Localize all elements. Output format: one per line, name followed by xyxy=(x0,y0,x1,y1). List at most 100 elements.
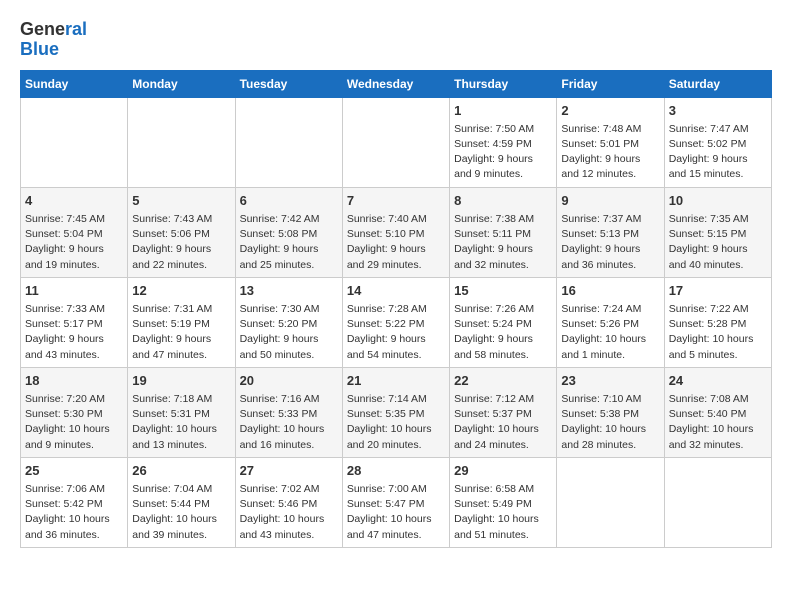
day-info: Sunrise: 7:16 AM Sunset: 5:33 PM Dayligh… xyxy=(240,392,338,453)
calendar-cell xyxy=(664,457,771,547)
calendar-cell: 29 Sunrise: 6:58 AM Sunset: 5:49 PM Dayli… xyxy=(450,457,557,547)
calendar-cell: 19 Sunrise: 7:18 AM Sunset: 5:31 PM Dayli… xyxy=(128,367,235,457)
header-tuesday: Tuesday xyxy=(235,70,342,97)
calendar-row-0: 1Sunrise: 7:50 AM Sunset: 4:59 PM Daylig… xyxy=(21,97,772,187)
day-info: Sunrise: 7:33 AM Sunset: 5:17 PM Dayligh… xyxy=(25,302,123,363)
day-number: 14 xyxy=(347,282,445,300)
calendar-cell: 8 Sunrise: 7:38 AM Sunset: 5:11 PM Daylig… xyxy=(450,187,557,277)
calendar-cell: 7 Sunrise: 7:40 AM Sunset: 5:10 PM Daylig… xyxy=(342,187,449,277)
calendar-cell: 5Sunrise: 7:43 AM Sunset: 5:06 PM Daylig… xyxy=(128,187,235,277)
header-monday: Monday xyxy=(128,70,235,97)
day-number: 26 xyxy=(132,462,230,480)
day-number: 19 xyxy=(132,372,230,390)
day-number: 7 xyxy=(347,192,445,210)
calendar-cell: 11 Sunrise: 7:33 AM Sunset: 5:17 PM Dayli… xyxy=(21,277,128,367)
day-number: 3 xyxy=(669,102,767,120)
calendar-cell: 22 Sunrise: 7:12 AM Sunset: 5:37 PM Dayli… xyxy=(450,367,557,457)
calendar-cell: 17 Sunrise: 7:22 AM Sunset: 5:28 PM Dayli… xyxy=(664,277,771,367)
day-info: Sunrise: 7:45 AM Sunset: 5:04 PM Dayligh… xyxy=(25,212,123,273)
day-info: Sunrise: 7:20 AM Sunset: 5:30 PM Dayligh… xyxy=(25,392,123,453)
day-number: 10 xyxy=(669,192,767,210)
day-number: 1 xyxy=(454,102,552,120)
day-info: Sunrise: 7:30 AM Sunset: 5:20 PM Dayligh… xyxy=(240,302,338,363)
calendar-cell xyxy=(21,97,128,187)
day-number: 4 xyxy=(25,192,123,210)
day-number: 17 xyxy=(669,282,767,300)
calendar-cell: 25 Sunrise: 7:06 AM Sunset: 5:42 PM Dayli… xyxy=(21,457,128,547)
day-info: Sunrise: 7:12 AM Sunset: 5:37 PM Dayligh… xyxy=(454,392,552,453)
calendar-cell: 15 Sunrise: 7:26 AM Sunset: 5:24 PM Dayli… xyxy=(450,277,557,367)
day-number: 23 xyxy=(561,372,659,390)
day-info: Sunrise: 7:02 AM Sunset: 5:46 PM Dayligh… xyxy=(240,482,338,543)
day-info: Sunrise: 7:00 AM Sunset: 5:47 PM Dayligh… xyxy=(347,482,445,543)
day-info: Sunrise: 7:26 AM Sunset: 5:24 PM Dayligh… xyxy=(454,302,552,363)
calendar-header-row: SundayMondayTuesdayWednesdayThursdayFrid… xyxy=(21,70,772,97)
calendar-cell xyxy=(128,97,235,187)
day-info: Sunrise: 7:31 AM Sunset: 5:19 PM Dayligh… xyxy=(132,302,230,363)
day-info: Sunrise: 7:14 AM Sunset: 5:35 PM Dayligh… xyxy=(347,392,445,453)
day-number: 16 xyxy=(561,282,659,300)
header-friday: Friday xyxy=(557,70,664,97)
calendar-cell: 28 Sunrise: 7:00 AM Sunset: 5:47 PM Dayli… xyxy=(342,457,449,547)
calendar-row-1: 4 Sunrise: 7:45 AM Sunset: 5:04 PM Daylig… xyxy=(21,187,772,277)
calendar-cell xyxy=(342,97,449,187)
header-saturday: Saturday xyxy=(664,70,771,97)
calendar-cell: 23 Sunrise: 7:10 AM Sunset: 5:38 PM Dayli… xyxy=(557,367,664,457)
day-number: 28 xyxy=(347,462,445,480)
day-info: Sunrise: 7:42 AM Sunset: 5:08 PM Dayligh… xyxy=(240,212,338,273)
day-number: 2 xyxy=(561,102,659,120)
day-number: 29 xyxy=(454,462,552,480)
day-info: Sunrise: 7:24 AM Sunset: 5:26 PM Dayligh… xyxy=(561,302,659,363)
day-number: 11 xyxy=(25,282,123,300)
calendar-cell: 3Sunrise: 7:47 AM Sunset: 5:02 PM Daylig… xyxy=(664,97,771,187)
day-number: 27 xyxy=(240,462,338,480)
calendar-cell: 21 Sunrise: 7:14 AM Sunset: 5:35 PM Dayli… xyxy=(342,367,449,457)
day-info: Sunrise: 7:10 AM Sunset: 5:38 PM Dayligh… xyxy=(561,392,659,453)
calendar-row-3: 18 Sunrise: 7:20 AM Sunset: 5:30 PM Dayli… xyxy=(21,367,772,457)
calendar-cell: 20 Sunrise: 7:16 AM Sunset: 5:33 PM Dayli… xyxy=(235,367,342,457)
day-info: Sunrise: 7:04 AM Sunset: 5:44 PM Dayligh… xyxy=(132,482,230,543)
calendar-cell: 6 Sunrise: 7:42 AM Sunset: 5:08 PM Daylig… xyxy=(235,187,342,277)
day-number: 22 xyxy=(454,372,552,390)
header-wednesday: Wednesday xyxy=(342,70,449,97)
calendar-cell: 16 Sunrise: 7:24 AM Sunset: 5:26 PM Dayli… xyxy=(557,277,664,367)
calendar-cell: 18 Sunrise: 7:20 AM Sunset: 5:30 PM Dayli… xyxy=(21,367,128,457)
calendar-cell: 26 Sunrise: 7:04 AM Sunset: 5:44 PM Dayli… xyxy=(128,457,235,547)
calendar-cell: 1Sunrise: 7:50 AM Sunset: 4:59 PM Daylig… xyxy=(450,97,557,187)
calendar-cell: 4 Sunrise: 7:45 AM Sunset: 5:04 PM Daylig… xyxy=(21,187,128,277)
calendar-cell: 12 Sunrise: 7:31 AM Sunset: 5:19 PM Dayli… xyxy=(128,277,235,367)
day-number: 8 xyxy=(454,192,552,210)
day-number: 20 xyxy=(240,372,338,390)
header-sunday: Sunday xyxy=(21,70,128,97)
day-number: 24 xyxy=(669,372,767,390)
day-info: Sunrise: 7:43 AM Sunset: 5:06 PM Dayligh… xyxy=(132,212,230,273)
day-info: Sunrise: 7:22 AM Sunset: 5:28 PM Dayligh… xyxy=(669,302,767,363)
calendar-cell xyxy=(235,97,342,187)
day-number: 25 xyxy=(25,462,123,480)
logo-text: General Blue xyxy=(20,20,87,60)
day-number: 12 xyxy=(132,282,230,300)
header-thursday: Thursday xyxy=(450,70,557,97)
day-info: Sunrise: 7:38 AM Sunset: 5:11 PM Dayligh… xyxy=(454,212,552,273)
page-header: Gene ral Blue General Blue xyxy=(20,20,772,60)
day-info: Sunrise: 7:18 AM Sunset: 5:31 PM Dayligh… xyxy=(132,392,230,453)
logo: Gene ral Blue General Blue xyxy=(20,20,87,60)
day-number: 18 xyxy=(25,372,123,390)
day-info: Sunrise: 7:28 AM Sunset: 5:22 PM Dayligh… xyxy=(347,302,445,363)
day-info: Sunrise: 6:58 AM Sunset: 5:49 PM Dayligh… xyxy=(454,482,552,543)
calendar-cell: 14 Sunrise: 7:28 AM Sunset: 5:22 PM Dayli… xyxy=(342,277,449,367)
day-number: 6 xyxy=(240,192,338,210)
day-info: Sunrise: 7:40 AM Sunset: 5:10 PM Dayligh… xyxy=(347,212,445,273)
calendar-cell: 2 Sunrise: 7:48 AM Sunset: 5:01 PM Daylig… xyxy=(557,97,664,187)
day-number: 13 xyxy=(240,282,338,300)
day-info: Sunrise: 7:48 AM Sunset: 5:01 PM Dayligh… xyxy=(561,122,659,183)
day-number: 15 xyxy=(454,282,552,300)
calendar-cell: 13 Sunrise: 7:30 AM Sunset: 5:20 PM Dayli… xyxy=(235,277,342,367)
day-number: 9 xyxy=(561,192,659,210)
calendar-cell xyxy=(557,457,664,547)
day-info: Sunrise: 7:37 AM Sunset: 5:13 PM Dayligh… xyxy=(561,212,659,273)
calendar-cell: 24Sunrise: 7:08 AM Sunset: 5:40 PM Dayli… xyxy=(664,367,771,457)
day-info: Sunrise: 7:06 AM Sunset: 5:42 PM Dayligh… xyxy=(25,482,123,543)
day-number: 21 xyxy=(347,372,445,390)
calendar-cell: 10Sunrise: 7:35 AM Sunset: 5:15 PM Dayli… xyxy=(664,187,771,277)
